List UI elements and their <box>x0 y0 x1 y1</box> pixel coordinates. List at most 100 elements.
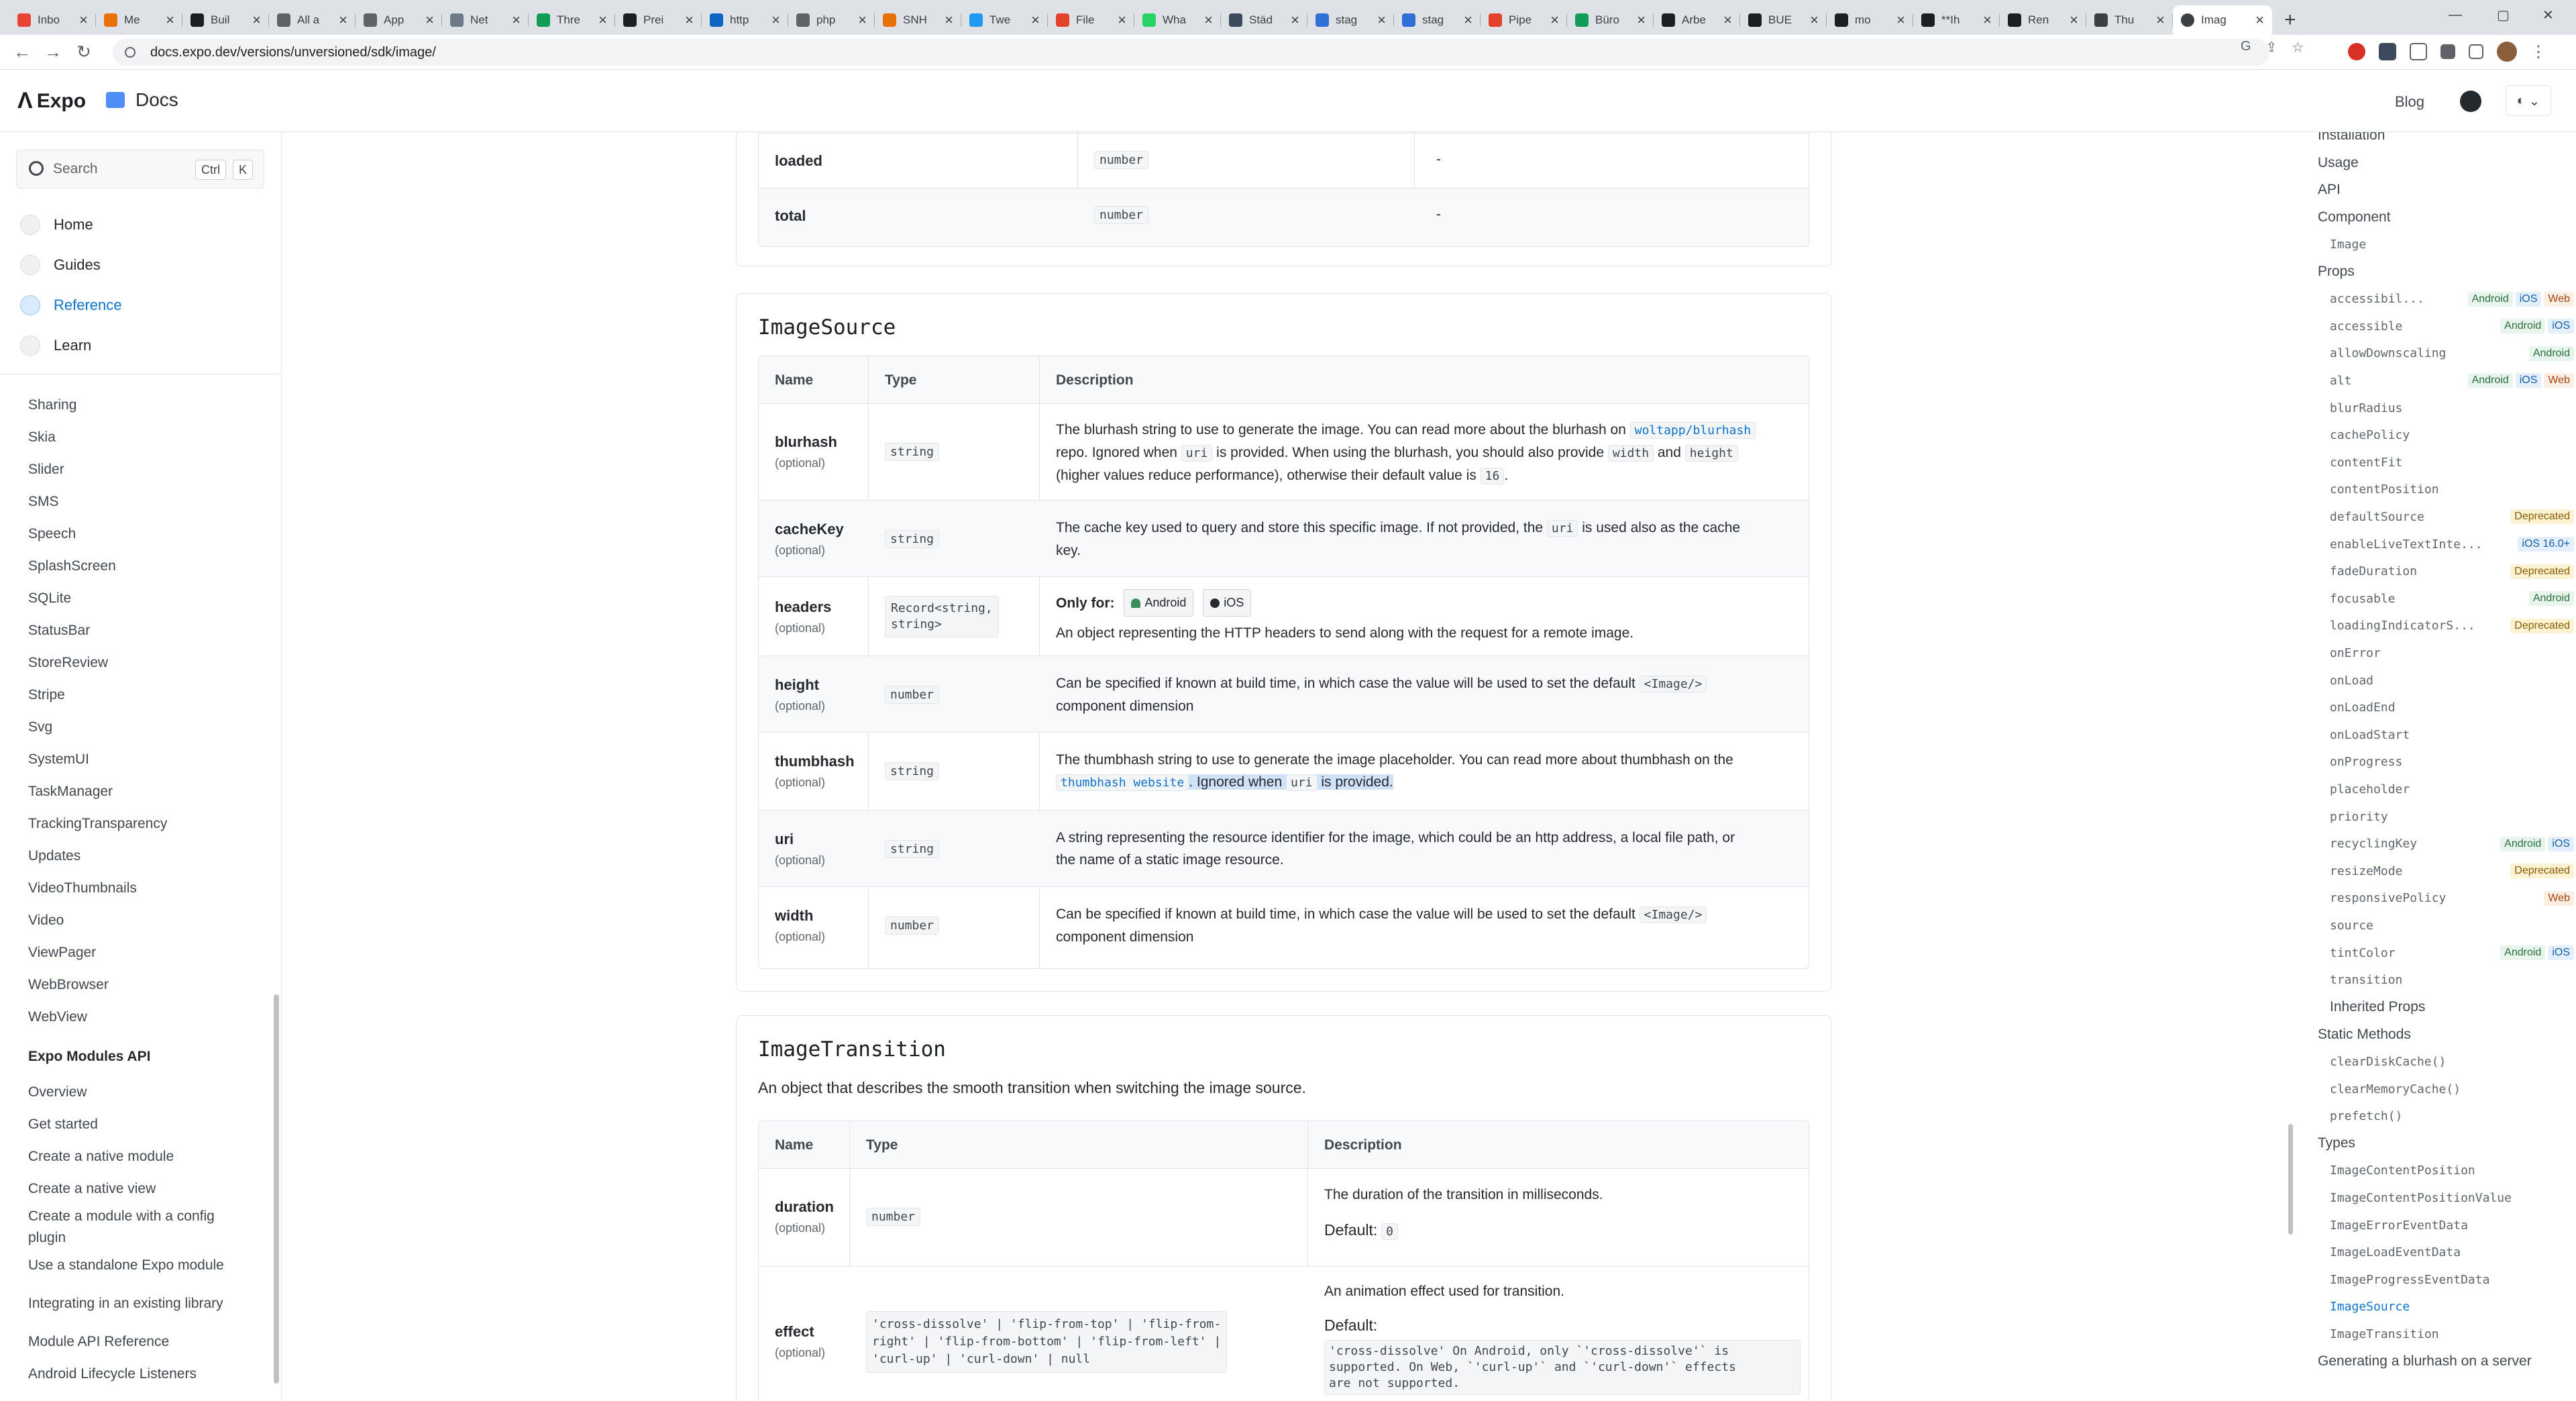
toc-item[interactable]: contentFit <box>2330 449 2576 476</box>
profile-avatar[interactable] <box>2497 42 2517 62</box>
tab-close-icon[interactable]: × <box>1031 11 1040 29</box>
toc-item[interactable]: defaultSource Deprecated <box>2330 503 2576 530</box>
tab-close-icon[interactable]: × <box>339 11 347 29</box>
expo-logo[interactable]: Λ Expo <box>17 88 86 114</box>
toc-item[interactable]: contentPosition <box>2330 476 2576 503</box>
tab-close-icon[interactable]: × <box>858 11 867 29</box>
toc-item[interactable]: resizeMode Deprecated <box>2330 858 2576 884</box>
toc-item[interactable]: tintColor Android iOS <box>2330 939 2576 966</box>
toc-item[interactable]: ImageContentPositionValue <box>2330 1184 2576 1211</box>
browser-tab-active[interactable]: Imag × <box>2173 5 2272 35</box>
tab-close-icon[interactable]: × <box>1118 11 1126 29</box>
sidebar-item[interactable]: SMS <box>28 486 243 518</box>
toc-item[interactable]: accessibil... Android iOS Web <box>2330 286 2576 313</box>
browser-tab[interactable]: stag × <box>1307 5 1394 35</box>
maximize-button[interactable]: ▢ <box>2497 0 2510 30</box>
toc-item[interactable]: onLoadStart <box>2330 721 2576 748</box>
browser-tab[interactable]: Büro × <box>1567 5 1654 35</box>
bookmark-star-icon[interactable]: ☆ <box>2292 39 2304 56</box>
browser-tab[interactable]: **Ih × <box>1913 5 2000 35</box>
blog-link[interactable]: Blog <box>2395 93 2424 111</box>
toc-item[interactable]: ImageLoadEventData <box>2330 1239 2576 1266</box>
browser-tab[interactable]: Städ × <box>1221 5 1307 35</box>
forward-button[interactable]: → <box>38 42 68 62</box>
browser-tab[interactable]: Buil × <box>182 5 269 35</box>
browser-tab[interactable]: SNH × <box>875 5 961 35</box>
browser-tab[interactable]: http × <box>702 5 788 35</box>
sidebar-item[interactable]: Module API Reference <box>28 1326 243 1358</box>
sidebar-item[interactable]: Integrating in an existing library <box>28 1282 243 1326</box>
close-window-button[interactable]: ✕ <box>2542 0 2554 30</box>
more-menu-icon[interactable]: ⋮ <box>2530 42 2546 62</box>
nav-item-learn[interactable]: Learn <box>20 325 122 366</box>
toc-item[interactable]: fadeDuration Deprecated <box>2330 558 2576 585</box>
toc-item[interactable]: cachePolicy <box>2330 422 2576 449</box>
google-icon[interactable]: G <box>2241 39 2251 56</box>
tab-close-icon[interactable]: × <box>79 11 88 29</box>
sidebar-item[interactable]: TaskManager <box>28 776 243 808</box>
back-button[interactable]: ← <box>7 42 38 62</box>
nav-item-home[interactable]: Home <box>20 205 122 245</box>
tab-close-icon[interactable]: × <box>1550 11 1559 29</box>
browser-tab[interactable]: php × <box>788 5 875 35</box>
puzzle-icon[interactable] <box>2440 44 2455 59</box>
tab-close-icon[interactable]: × <box>771 11 780 29</box>
toc-item[interactable]: Static Methods <box>2318 1021 2566 1048</box>
share-icon[interactable]: ⇪ <box>2266 39 2277 56</box>
browser-tab[interactable]: Inbo × <box>9 5 96 35</box>
sidebar-item[interactable]: WebBrowser <box>28 969 243 1001</box>
tab-close-icon[interactable]: × <box>166 11 174 29</box>
reload-button[interactable]: ↻ <box>68 42 99 62</box>
sidebar-item[interactable]: Use a standalone Expo module <box>28 1249 243 1282</box>
url-field[interactable]: docs.expo.dev/versions/unversioned/sdk/i… <box>113 39 2269 66</box>
sidebar-scrollbar[interactable] <box>274 994 279 1384</box>
toc-item[interactable]: ImageSource <box>2330 1294 2576 1320</box>
toc-item[interactable]: placeholder <box>2330 776 2576 802</box>
docs-link[interactable]: Docs <box>106 89 178 111</box>
tab-close-icon[interactable]: × <box>2070 11 2078 29</box>
toc-item[interactable]: clearDiskCache() <box>2330 1048 2576 1075</box>
browser-tab[interactable]: Pipe × <box>1481 5 1567 35</box>
blurhash-repo-link[interactable]: woltapp/blurhash <box>1629 422 1756 439</box>
toc-item[interactable]: Props <box>2318 258 2566 285</box>
browser-tab[interactable]: Ren × <box>2000 5 2086 35</box>
toc-item[interactable]: Installation <box>2318 132 2566 149</box>
toc-item[interactable]: Inherited Props <box>2330 994 2576 1021</box>
sidebar-item[interactable]: Skia <box>28 421 243 454</box>
toc-item[interactable]: Types <box>2318 1130 2566 1157</box>
sidebar-item[interactable]: Get started <box>28 1108 243 1141</box>
tab-close-icon[interactable]: × <box>2255 11 2264 29</box>
tab-close-icon[interactable]: × <box>1810 11 1819 29</box>
toc-item[interactable]: ImageErrorEventData <box>2330 1212 2576 1239</box>
toc-item[interactable]: loadingIndicatorS... Deprecated <box>2330 613 2576 639</box>
browser-tab[interactable]: Me × <box>96 5 182 35</box>
toc-item[interactable]: alt Android iOS Web <box>2330 367 2576 394</box>
tab-close-icon[interactable]: × <box>598 11 607 29</box>
toc-item[interactable]: clearMemoryCache() <box>2330 1076 2576 1102</box>
tab-close-icon[interactable]: × <box>1896 11 1905 29</box>
toc-item[interactable]: blurRadius <box>2330 395 2576 421</box>
tab-close-icon[interactable]: × <box>1291 11 1299 29</box>
sidebar-item[interactable]: StatusBar <box>28 615 243 647</box>
extension-icon[interactable] <box>2410 43 2427 60</box>
sidebar-item[interactable]: Speech <box>28 518 243 550</box>
github-icon[interactable] <box>2460 91 2481 112</box>
tab-close-icon[interactable]: × <box>1204 11 1213 29</box>
toc-item[interactable]: ImageContentPosition <box>2330 1157 2576 1184</box>
sidebar-item[interactable]: TrackingTransparency <box>28 808 243 840</box>
tab-close-icon[interactable]: × <box>512 11 521 29</box>
tab-close-icon[interactable]: × <box>252 11 261 29</box>
nav-item-guides[interactable]: Guides <box>20 245 122 285</box>
toc-item[interactable]: ImageTransition <box>2330 1320 2576 1347</box>
browser-tab[interactable]: BUE × <box>1740 5 1827 35</box>
browser-tab[interactable]: stag × <box>1394 5 1481 35</box>
browser-tab[interactable]: Arbe × <box>1654 5 1740 35</box>
sidebar-item[interactable]: Updates <box>28 840 243 872</box>
nav-item-reference[interactable]: Reference <box>20 285 122 325</box>
thumbhash-website-link[interactable]: thumbhash website <box>1056 774 1189 791</box>
browser-tab[interactable]: Net × <box>442 5 529 35</box>
site-info-icon[interactable] <box>125 47 136 58</box>
tab-close-icon[interactable]: × <box>1723 11 1732 29</box>
toc-item[interactable]: prefetch() <box>2330 1103 2576 1130</box>
toc-item[interactable]: Component <box>2318 204 2566 231</box>
